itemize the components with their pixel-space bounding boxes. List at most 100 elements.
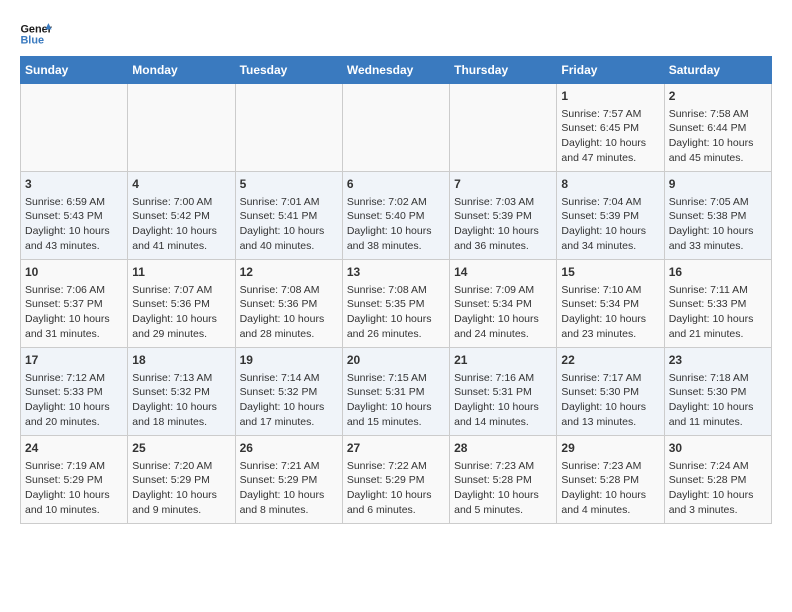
calendar-cell: 16 Sunrise: 7:11 AMSunset: 5:33 PMDayligh…	[664, 260, 771, 348]
day-number: 25	[132, 440, 230, 457]
day-info: Sunrise: 7:08 AM	[240, 283, 338, 298]
weekday-header-wednesday: Wednesday	[342, 57, 449, 84]
calendar-cell: 27Sunrise: 7:22 AMSunset: 5:29 PMDayligh…	[342, 436, 449, 524]
calendar-cell: 10Sunrise: 7:06 AMSunset: 5:37 PMDayligh…	[21, 260, 128, 348]
weekday-header-thursday: Thursday	[450, 57, 557, 84]
calendar-cell: 2Sunrise: 7:58 AMSunset: 6:44 PMDaylight…	[664, 84, 771, 172]
day-number: 18	[132, 352, 230, 369]
day-info: Daylight: 10 hours and 17 minutes.	[240, 400, 338, 429]
day-info: Sunset: 5:42 PM	[132, 209, 230, 224]
day-info: Daylight: 10 hours and 5 minutes.	[454, 488, 552, 517]
day-info: Sunset: 5:40 PM	[347, 209, 445, 224]
calendar-cell: 12Sunrise: 7:08 AMSunset: 5:36 PMDayligh…	[235, 260, 342, 348]
day-info: Sunset: 5:35 PM	[347, 297, 445, 312]
calendar-cell: 19Sunrise: 7:14 AMSunset: 5:32 PMDayligh…	[235, 348, 342, 436]
day-info: Sunrise: 7:23 AM	[454, 459, 552, 474]
day-number: 16	[669, 264, 767, 281]
day-info: Sunrise: 7:21 AM	[240, 459, 338, 474]
calendar-cell: 17Sunrise: 7:12 AMSunset: 5:33 PMDayligh…	[21, 348, 128, 436]
day-info: Sunset: 5:33 PM	[25, 385, 123, 400]
calendar-cell: 5Sunrise: 7:01 AMSunset: 5:41 PMDaylight…	[235, 172, 342, 260]
day-number: 24	[25, 440, 123, 457]
day-info: Sunset: 6:44 PM	[669, 121, 767, 136]
day-number: 15	[561, 264, 659, 281]
day-info: Sunrise: 7:03 AM	[454, 195, 552, 210]
day-info: Daylight: 10 hours and 20 minutes.	[25, 400, 123, 429]
day-number: 10	[25, 264, 123, 281]
calendar-cell: 25Sunrise: 7:20 AMSunset: 5:29 PMDayligh…	[128, 436, 235, 524]
day-info: Sunrise: 7:57 AM	[561, 107, 659, 122]
day-info: Sunset: 5:36 PM	[132, 297, 230, 312]
day-info: Daylight: 10 hours and 24 minutes.	[454, 312, 552, 341]
calendar-cell: 26Sunrise: 7:21 AMSunset: 5:29 PMDayligh…	[235, 436, 342, 524]
day-number: 4	[132, 176, 230, 193]
day-info: Sunrise: 7:13 AM	[132, 371, 230, 386]
day-info: Sunset: 5:28 PM	[669, 473, 767, 488]
day-number: 17	[25, 352, 123, 369]
calendar-week-row: 24Sunrise: 7:19 AMSunset: 5:29 PMDayligh…	[21, 436, 772, 524]
day-info: Sunset: 5:29 PM	[25, 473, 123, 488]
day-info: Daylight: 10 hours and 38 minutes.	[347, 224, 445, 253]
calendar-cell: 7Sunrise: 7:03 AMSunset: 5:39 PMDaylight…	[450, 172, 557, 260]
day-info: Sunset: 5:30 PM	[669, 385, 767, 400]
day-number: 13	[347, 264, 445, 281]
calendar-cell	[342, 84, 449, 172]
day-info: Sunrise: 7:22 AM	[347, 459, 445, 474]
day-info: Daylight: 10 hours and 33 minutes.	[669, 224, 767, 253]
day-number: 12	[240, 264, 338, 281]
calendar-cell: 6 Sunrise: 7:02 AMSunset: 5:40 PMDaylight…	[342, 172, 449, 260]
day-info: Sunrise: 7:11 AM	[669, 283, 767, 298]
weekday-header-sunday: Sunday	[21, 57, 128, 84]
day-number: 11	[132, 264, 230, 281]
day-info: Daylight: 10 hours and 43 minutes.	[25, 224, 123, 253]
day-info: Sunrise: 7:23 AM	[561, 459, 659, 474]
day-info: Sunset: 5:36 PM	[240, 297, 338, 312]
page-header: General Blue	[20, 16, 772, 48]
day-info: Sunset: 5:43 PM	[25, 209, 123, 224]
day-info: Sunset: 5:34 PM	[454, 297, 552, 312]
day-info: Sunrise: 7:00 AM	[132, 195, 230, 210]
day-info: Sunrise: 7:04 AM	[561, 195, 659, 210]
day-info: Sunrise: 7:58 AM	[669, 107, 767, 122]
day-info: Daylight: 10 hours and 21 minutes.	[669, 312, 767, 341]
day-info: Sunrise: 7:09 AM	[454, 283, 552, 298]
day-info: Sunrise: 7:02 AM	[347, 195, 445, 210]
day-info: Daylight: 10 hours and 11 minutes.	[669, 400, 767, 429]
calendar-cell	[450, 84, 557, 172]
calendar-cell	[21, 84, 128, 172]
day-info: Daylight: 10 hours and 4 minutes.	[561, 488, 659, 517]
day-info: Daylight: 10 hours and 26 minutes.	[347, 312, 445, 341]
day-info: Daylight: 10 hours and 23 minutes.	[561, 312, 659, 341]
calendar-table: SundayMondayTuesdayWednesdayThursdayFrid…	[20, 56, 772, 524]
calendar-cell: 29Sunrise: 7:23 AMSunset: 5:28 PMDayligh…	[557, 436, 664, 524]
day-number: 27	[347, 440, 445, 457]
day-number: 6	[347, 176, 445, 193]
calendar-cell: 1 Sunrise: 7:57 AMSunset: 6:45 PMDaylight…	[557, 84, 664, 172]
day-info: Sunrise: 7:06 AM	[25, 283, 123, 298]
day-number: 28	[454, 440, 552, 457]
day-info: Sunrise: 7:10 AM	[561, 283, 659, 298]
day-info: Sunset: 5:33 PM	[669, 297, 767, 312]
day-info: Daylight: 10 hours and 31 minutes.	[25, 312, 123, 341]
day-info: Sunset: 5:30 PM	[561, 385, 659, 400]
day-info: Daylight: 10 hours and 29 minutes.	[132, 312, 230, 341]
day-info: Sunset: 5:41 PM	[240, 209, 338, 224]
day-info: Sunrise: 7:05 AM	[669, 195, 767, 210]
day-info: Sunrise: 7:15 AM	[347, 371, 445, 386]
day-info: Sunset: 5:29 PM	[240, 473, 338, 488]
day-info: Sunrise: 7:01 AM	[240, 195, 338, 210]
calendar-cell: 24Sunrise: 7:19 AMSunset: 5:29 PMDayligh…	[21, 436, 128, 524]
calendar-cell: 11Sunrise: 7:07 AMSunset: 5:36 PMDayligh…	[128, 260, 235, 348]
weekday-header-row: SundayMondayTuesdayWednesdayThursdayFrid…	[21, 57, 772, 84]
calendar-cell: 4Sunrise: 7:00 AMSunset: 5:42 PMDaylight…	[128, 172, 235, 260]
day-info: Sunset: 5:31 PM	[454, 385, 552, 400]
day-info: Daylight: 10 hours and 47 minutes.	[561, 136, 659, 165]
day-info: Daylight: 10 hours and 45 minutes.	[669, 136, 767, 165]
day-info: Sunset: 5:32 PM	[240, 385, 338, 400]
calendar-cell: 3Sunrise: 6:59 AMSunset: 5:43 PMDaylight…	[21, 172, 128, 260]
day-info: Sunset: 6:45 PM	[561, 121, 659, 136]
day-info: Daylight: 10 hours and 18 minutes.	[132, 400, 230, 429]
day-number: 7	[454, 176, 552, 193]
weekday-header-friday: Friday	[557, 57, 664, 84]
day-number: 1	[561, 88, 659, 105]
